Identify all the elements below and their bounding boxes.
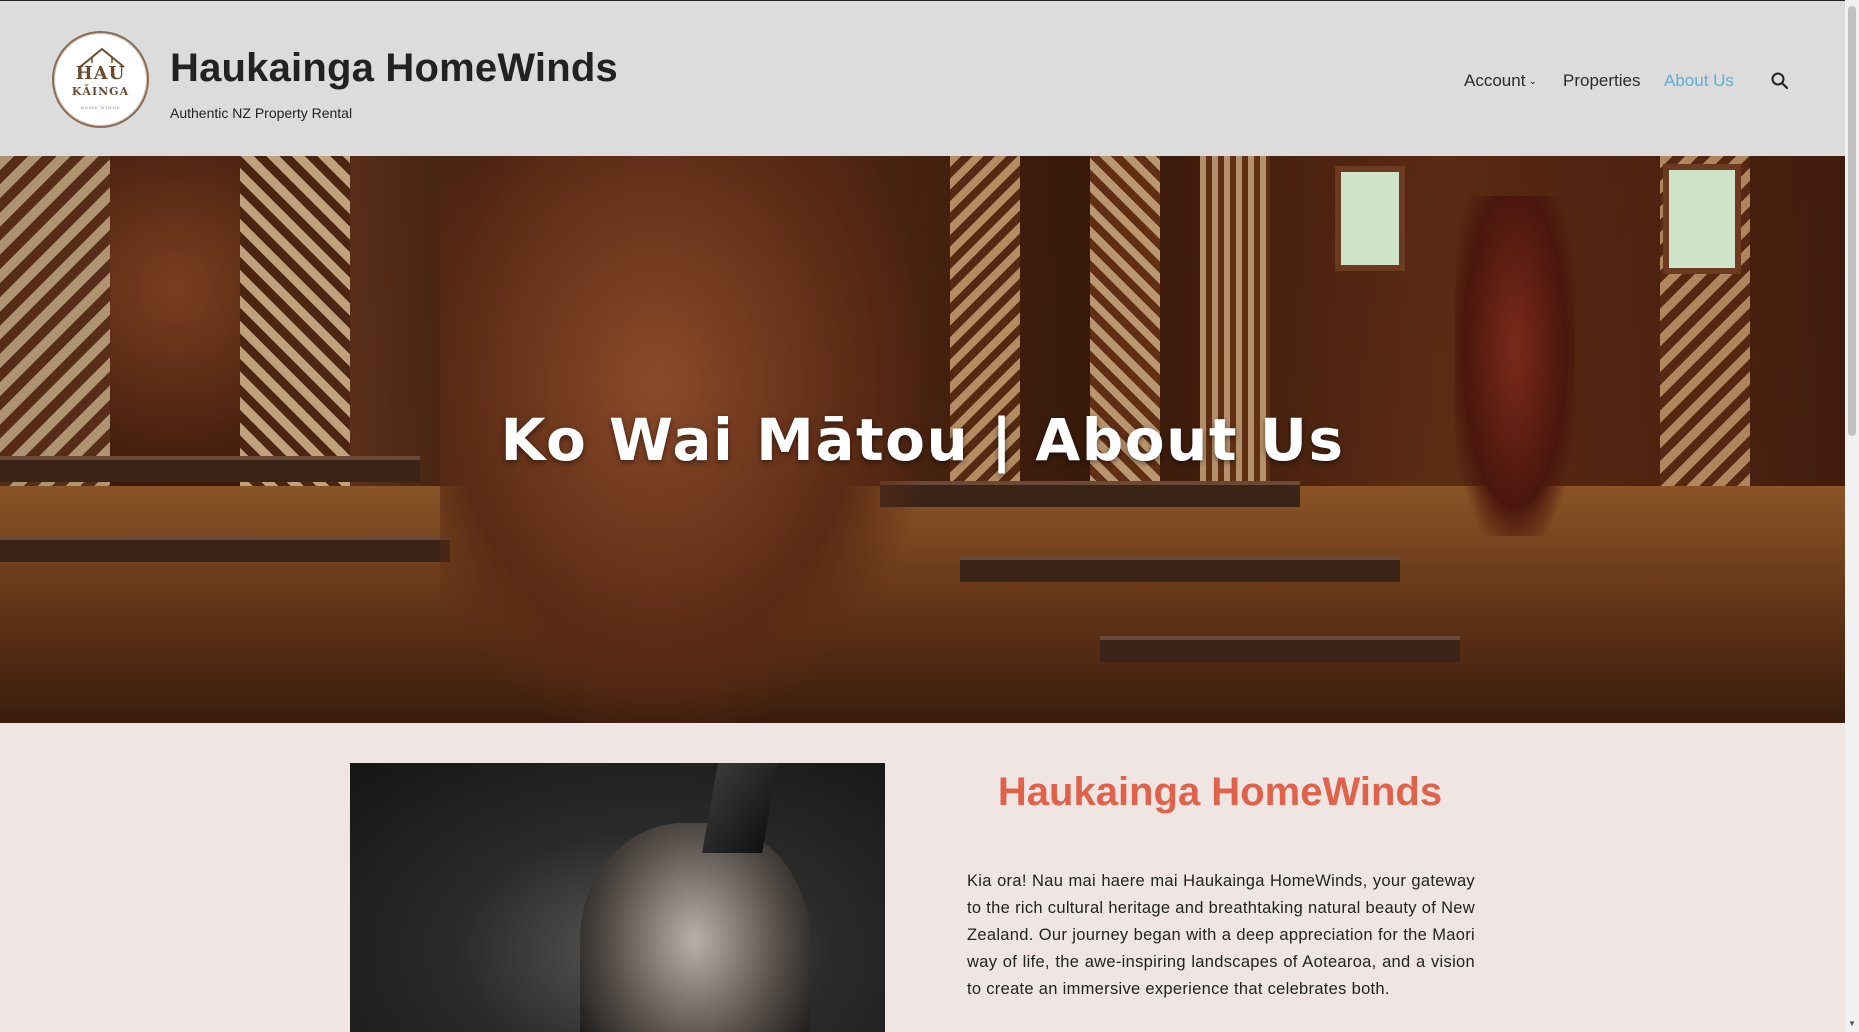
hero-window (1335, 166, 1405, 271)
logo-text-kainga: KĀINGA (71, 85, 130, 98)
scroll-down-arrow-icon[interactable]: ▼ (1848, 1019, 1856, 1028)
nav-item-account[interactable]: Account ⌄ (1464, 71, 1537, 91)
hero-bench (880, 481, 1300, 507)
site-title[interactable]: Haukainga HomeWinds (170, 46, 618, 91)
hero-window (1663, 164, 1741, 274)
logo-text-hau: HAU (75, 63, 126, 84)
logo-text-homewinds: HOME WINDS (80, 105, 121, 110)
photo-headdress (702, 763, 778, 853)
nav-item-properties[interactable]: Properties (1563, 71, 1640, 91)
site-logo[interactable]: HAU KĀINGA HOME WINDS (52, 31, 149, 128)
cultural-performer-photo (350, 763, 885, 1032)
hero-bench (1100, 636, 1460, 662)
nav-item-account-label: Account (1464, 71, 1526, 90)
chevron-down-icon: ⌄ (1528, 76, 1537, 87)
section-title: Haukainga HomeWinds (997, 770, 1443, 814)
hero-bench (0, 536, 450, 562)
hero-title: Ko Wai Mātou | About Us (500, 406, 1345, 474)
site-tagline: Authentic NZ Property Rental (170, 105, 353, 121)
photo-figure (580, 823, 810, 1032)
hero-banner: Ko Wai Mātou | About Us (0, 156, 1845, 723)
search-icon (1771, 72, 1789, 90)
hero-carved-figure (1455, 196, 1575, 536)
page-scrollbar[interactable]: ▼ (1845, 0, 1859, 1032)
nav-item-about-us[interactable]: About Us (1664, 71, 1734, 91)
hero-bench (960, 556, 1400, 582)
site-header: HAU KĀINGA HOME WINDS Haukainga HomeWind… (0, 1, 1845, 156)
search-button[interactable] (1770, 71, 1790, 91)
scrollbar-thumb[interactable] (1848, 6, 1856, 436)
intro-paragraph: Kia ora! Nau mai haere mai Haukainga Hom… (967, 872, 1475, 998)
